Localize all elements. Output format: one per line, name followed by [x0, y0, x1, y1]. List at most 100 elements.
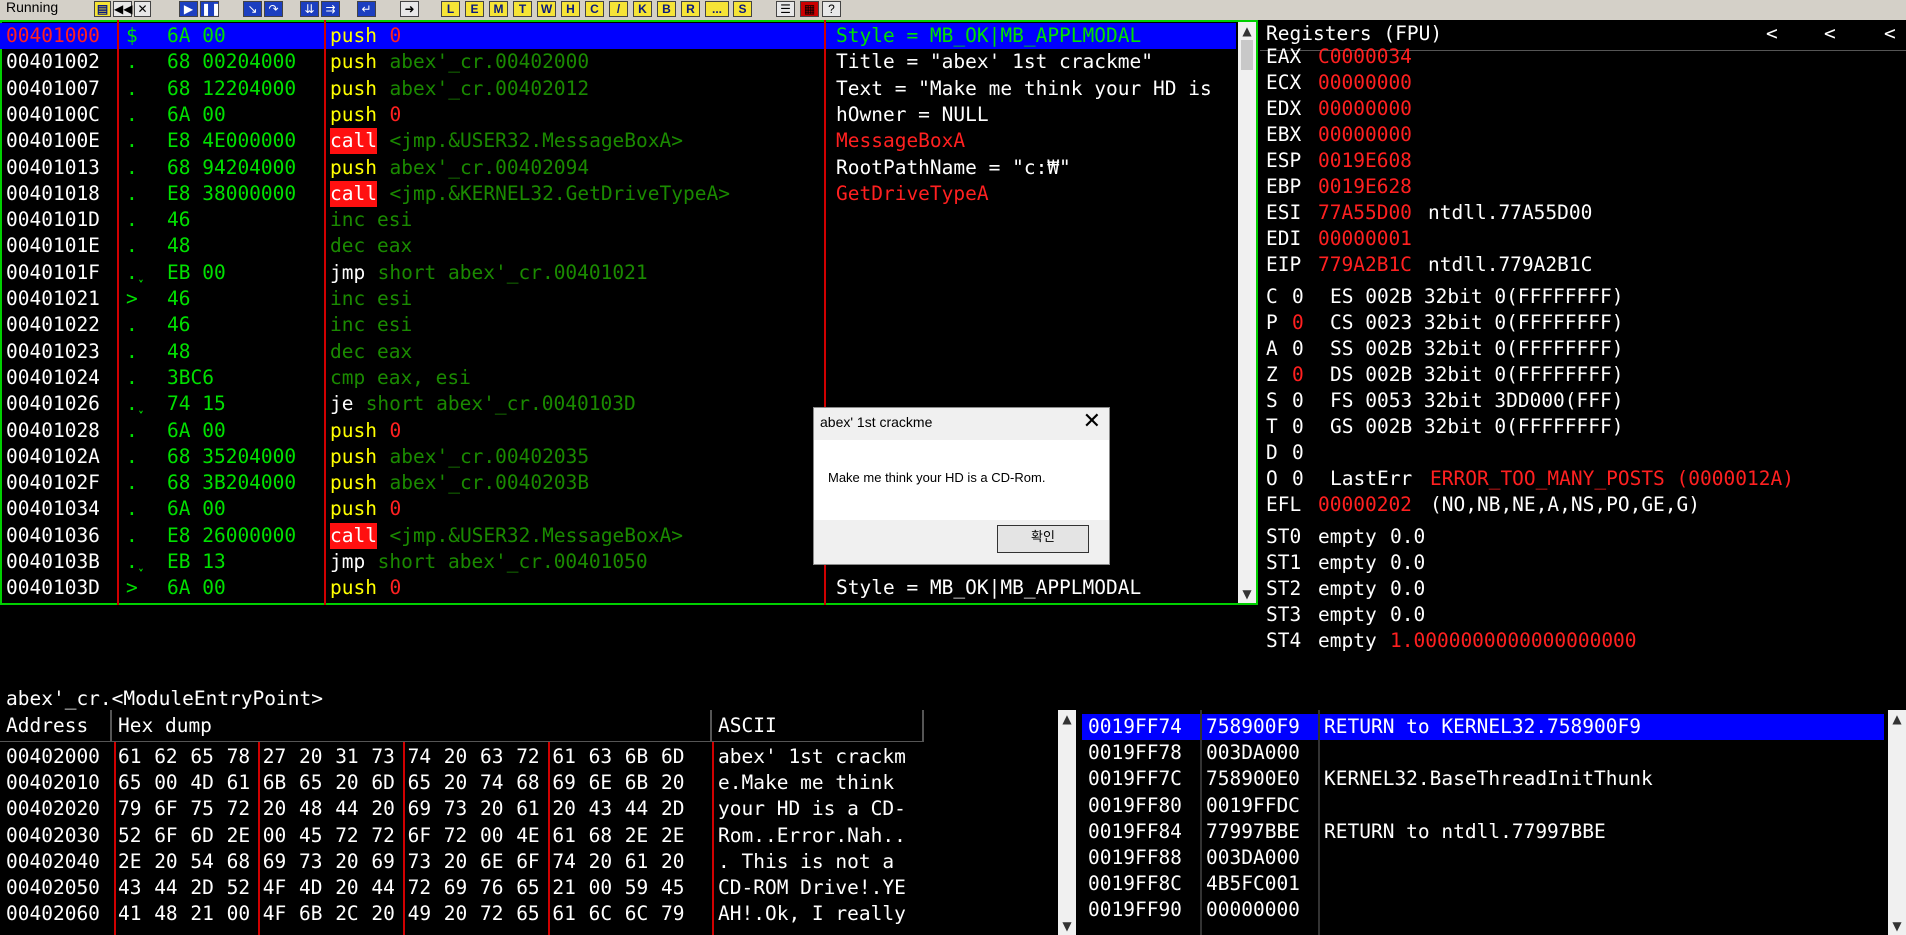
toolbar-letter-K[interactable]: K: [633, 1, 652, 17]
hex-dump-pane[interactable]: Address Hex dump ASCII 00402000 61 62 65 78 2…: [0, 710, 1076, 935]
stack-value: 758900E0: [1206, 767, 1300, 791]
close-icon[interactable]: ✕: [134, 1, 151, 17]
disasm-jump-marker: $: [126, 24, 138, 47]
toolbar-letter-L[interactable]: L: [441, 1, 460, 17]
stack-value: 77997BBE: [1206, 819, 1300, 843]
scroll-down-icon[interactable]: ▼: [1058, 919, 1076, 933]
dump-header-hex[interactable]: Hex dump: [112, 710, 712, 742]
disasm-row[interactable]: 00401021 >46 inc esi: [0, 286, 1236, 312]
stack-row[interactable]: 0019FF7C 758900E0 KERNEL32.BaseThreadInitT…: [1082, 766, 1884, 792]
disasm-row[interactable]: 0040100C. 6A 00 push 0 hOwner = NULL: [0, 102, 1236, 128]
disassembly-scrollbar[interactable]: ▲ ▼: [1238, 22, 1256, 603]
pause-icon[interactable]: ❚❚: [200, 1, 221, 17]
step-into-icon[interactable]: ↘: [243, 1, 262, 17]
dump-scrollbar[interactable]: ▲ ▼: [1058, 710, 1076, 935]
toolbar-letter-M[interactable]: M: [489, 1, 508, 17]
toolbar-letter-R[interactable]: R: [681, 1, 700, 17]
stack-row[interactable]: 0019FF84 77997BBE RETURN to ntdll.77997BBE: [1082, 819, 1884, 845]
stack-row[interactable]: 0019FF88 003DA000: [1082, 845, 1884, 871]
ok-button[interactable]: 확인: [997, 525, 1089, 553]
toolbar-letter-W[interactable]: W: [537, 1, 556, 17]
disasm-row[interactable]: 00401000 $6A 00 push 0 Style = MB_OK|MB_APPL…: [0, 23, 1236, 49]
options-icon[interactable]: ▦: [800, 1, 819, 17]
disasm-operand: 0: [389, 418, 402, 442]
restart-icon[interactable]: ◀◀: [113, 1, 132, 17]
scroll-thumb[interactable]: [1241, 40, 1253, 70]
disasm-address: 00401022: [6, 313, 100, 337]
registers-nav-left[interactable]: <: [1766, 22, 1778, 45]
scroll-up-icon[interactable]: ▲: [1058, 712, 1076, 726]
disasm-row[interactable]: 0040103D >6A 00 push 0 Style = MB_OK|MB_APPL…: [0, 575, 1236, 601]
fpu-register-value: 1.0000000000000000000: [1390, 629, 1637, 652]
disasm-row[interactable]: 0040101E. 48 dec eax: [0, 233, 1236, 259]
scroll-down-icon[interactable]: ▼: [1888, 919, 1906, 933]
disasm-address: 00401002: [6, 50, 100, 74]
flag-value: 0: [1292, 467, 1304, 490]
scroll-up-icon[interactable]: ▲: [1238, 24, 1256, 38]
fpu-register-state: empty: [1318, 551, 1377, 574]
stack-comment: RETURN to ntdll.77997BBE: [1324, 819, 1606, 843]
stack-row[interactable]: 0019FF74 758900F9 RETURN to KERNEL32.75890…: [1082, 714, 1884, 740]
help-icon[interactable]: ?: [822, 1, 841, 17]
disasm-operand: <jmp.&USER32.MessageBoxA>: [389, 523, 684, 547]
execute-till-return-icon[interactable]: ↵: [357, 1, 376, 17]
disasm-row[interactable]: 00401018. E8 38000000 call <jmp.&KERNEL32.G…: [0, 180, 1236, 207]
disasm-jump-marker: .: [126, 50, 138, 74]
dump-byte: 6C: [624, 902, 649, 926]
list-icon[interactable]: ☰: [776, 1, 795, 17]
stack-pane[interactable]: 0019FF74 758900F9 RETURN to KERNEL32.75890…: [1082, 710, 1906, 935]
disasm-row[interactable]: 00401023. 48 dec eax: [0, 339, 1236, 365]
disasm-row[interactable]: 0040101F .˯ EB 00 jmp short abex'_cr.0040102…: [0, 260, 1236, 286]
disasm-address: 0040101E: [6, 234, 100, 258]
status-text: Running: [2, 0, 63, 16]
disasm-operand: short abex'_cr.00401021: [377, 260, 648, 284]
stack-scrollbar[interactable]: ▲ ▼: [1888, 710, 1906, 935]
stack-address: 0019FF78: [1088, 741, 1182, 765]
dump-ascii: Rom..Error.Nah..: [718, 823, 906, 847]
disasm-mnemonic: push: [330, 444, 377, 468]
disasm-row[interactable]: 00401013. 68 94204000 push abex'_cr.0040209…: [0, 155, 1236, 181]
dump-header-ascii[interactable]: ASCII: [712, 710, 924, 742]
close-icon[interactable]: ✕: [1083, 409, 1101, 434]
disasm-operand: <jmp.&USER32.MessageBoxA>: [389, 129, 684, 153]
run-icon[interactable]: ▶: [179, 1, 198, 17]
fpu-register-name: ST2: [1266, 577, 1302, 600]
dump-address: 00402020: [6, 797, 100, 821]
flag-value: 0: [1292, 441, 1304, 464]
toolbar-letter-dots[interactable]: ...: [705, 1, 729, 17]
stack-row[interactable]: 0019FF8C 4B5FC001: [1082, 871, 1884, 897]
disasm-address: 0040100E: [6, 129, 100, 153]
toolbar-letter-H[interactable]: H: [561, 1, 580, 17]
fpu-register-value: 0.0: [1390, 603, 1426, 626]
flag-value: 0: [1292, 415, 1304, 438]
goto-icon[interactable]: ➜: [400, 1, 419, 17]
registers-pane[interactable]: Registers (FPU) < < < EAX C0000034 ECX 0000…: [1260, 20, 1906, 710]
registers-nav-left[interactable]: <: [1824, 22, 1836, 45]
disasm-row[interactable]: 0040101D. 46 inc esi: [0, 207, 1236, 233]
registers-nav-left[interactable]: <: [1884, 22, 1896, 45]
step-over-icon[interactable]: ↷: [264, 1, 283, 17]
disasm-row[interactable]: 00401022. 46 inc esi: [0, 312, 1236, 338]
stack-row[interactable]: 0019FF78 003DA000: [1082, 740, 1884, 766]
stack-row[interactable]: 0019FF90 00000000: [1082, 897, 1884, 923]
toolbar-letter-T[interactable]: T: [513, 1, 532, 17]
toolbar-letter-E[interactable]: E: [465, 1, 484, 17]
disasm-row[interactable]: 00401007. 68 12204000 push abex'_cr.0040201…: [0, 76, 1236, 102]
disasm-row[interactable]: 00401024. 3BC6 cmp eax, esi: [0, 365, 1236, 391]
dump-header-address[interactable]: Address: [0, 710, 112, 742]
toolbar-letter-C[interactable]: C: [585, 1, 604, 17]
disasm-operand: abex'_cr.00402000: [389, 50, 590, 74]
trace-into-icon[interactable]: ⇊: [300, 1, 319, 17]
trace-over-icon[interactable]: ⇉: [321, 1, 340, 17]
dump-byte: 78: [226, 745, 251, 768]
disasm-row[interactable]: 0040100E. E8 4E000000 call <jmp.&USER32.Mes…: [0, 128, 1236, 155]
disasm-row[interactable]: 00401002. 68 00204000 push abex'_cr.0040200…: [0, 49, 1236, 75]
open-icon[interactable]: ▤: [94, 1, 111, 17]
scroll-up-icon[interactable]: ▲: [1888, 712, 1906, 726]
scroll-down-icon[interactable]: ▼: [1238, 587, 1256, 601]
stack-row[interactable]: 0019FF80 0019FFDC: [1082, 793, 1884, 819]
toolbar-letter-S[interactable]: S: [733, 1, 752, 17]
toolbar-letter-B[interactable]: B: [657, 1, 676, 17]
disasm-jump-marker: .: [126, 155, 138, 179]
toolbar-letter-slash[interactable]: /: [609, 1, 628, 17]
